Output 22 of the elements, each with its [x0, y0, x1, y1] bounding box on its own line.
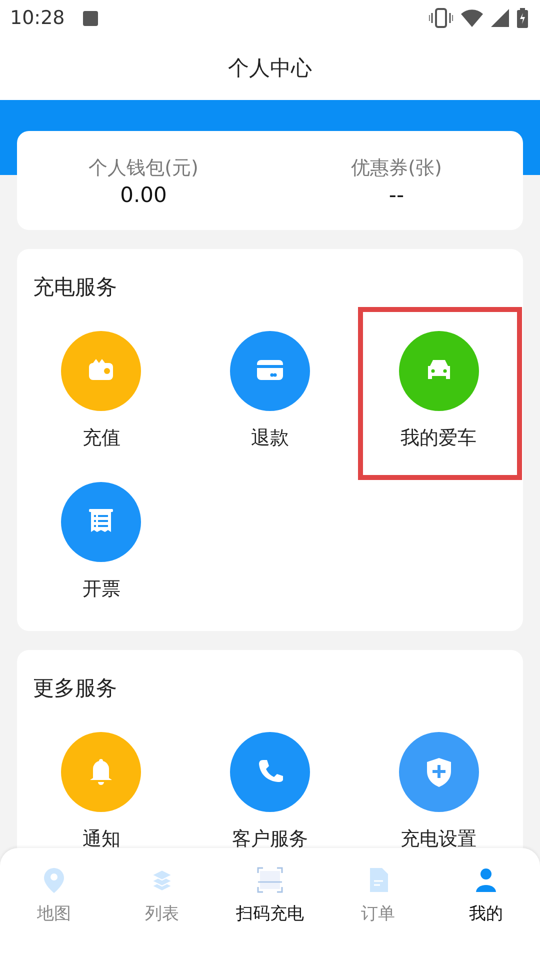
page-title: 个人中心 — [228, 55, 312, 82]
nav-tab[interactable]: 我的 — [432, 848, 540, 960]
nav-tab[interactable]: 扫码充电 — [216, 848, 324, 960]
notification-icon — [82, 10, 98, 26]
nav-tab[interactable]: 列表 — [108, 848, 216, 960]
wifi-icon — [461, 9, 483, 27]
nav-tab[interactable]: 地图 — [0, 848, 108, 960]
scan-icon — [256, 866, 284, 894]
service-item[interactable]: 退款 — [186, 307, 354, 458]
nav-tab[interactable]: 订单 — [324, 848, 432, 960]
vibrate-icon — [429, 8, 453, 28]
service-item[interactable]: 充值 — [17, 307, 186, 458]
battery-icon — [517, 8, 528, 28]
service-item[interactable]: 开票 — [17, 458, 186, 609]
stat-label: 个人钱包(元) — [88, 156, 198, 180]
stat-value: 0.00 — [120, 182, 167, 206]
stat-label: 优惠券(张) — [351, 156, 442, 180]
stat-value: -- — [388, 182, 404, 206]
section-title: 充电服务 — [32, 274, 118, 301]
section-title: 更多服务 — [32, 675, 118, 702]
signal-icon — [491, 9, 509, 27]
status-time: 10:28 — [10, 7, 65, 29]
